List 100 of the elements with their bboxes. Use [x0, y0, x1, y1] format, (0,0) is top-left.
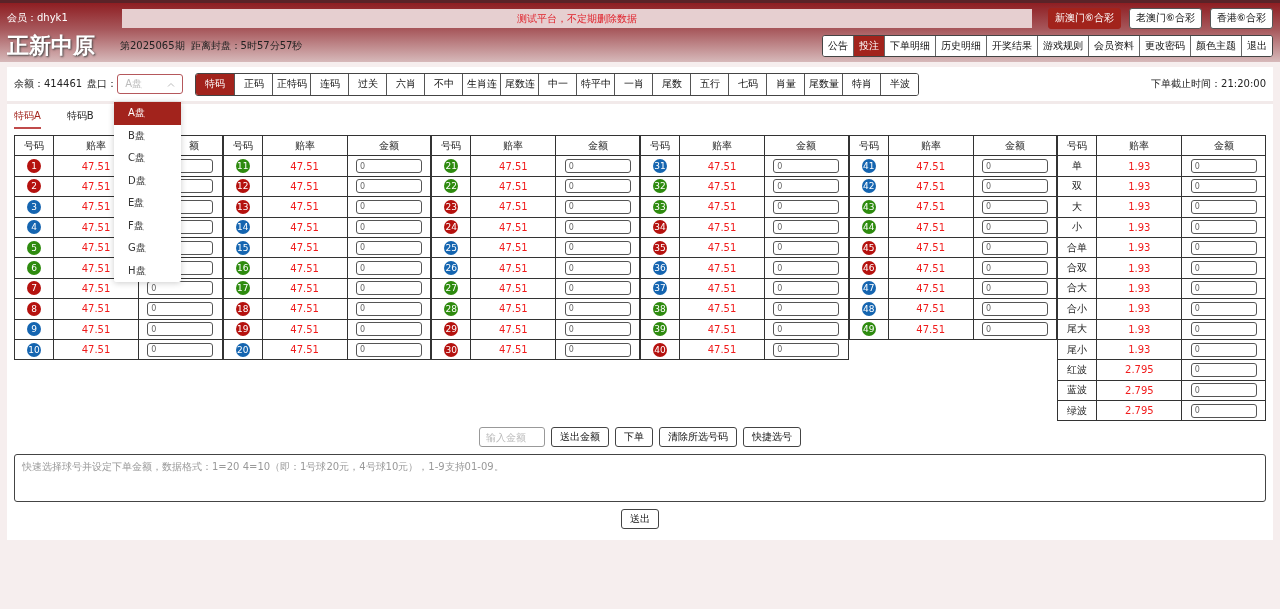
amount-input[interactable]: 0 [564, 179, 631, 194]
amount-input[interactable]: 0 [982, 301, 1048, 316]
amount-input[interactable]: 0 [773, 342, 840, 357]
number-ball[interactable]: 7 [27, 281, 41, 296]
amount-input[interactable]: 0 [356, 159, 422, 174]
nav-tab[interactable]: 退出 [1241, 36, 1272, 56]
amount-input[interactable]: 0 [773, 159, 840, 174]
plate-option[interactable]: E盘 [114, 192, 181, 215]
action-button[interactable]: 快捷选号 [743, 427, 801, 448]
number-ball[interactable]: 11 [235, 159, 250, 174]
amount-input[interactable]: 0 [982, 322, 1048, 337]
number-ball[interactable]: 34 [653, 220, 667, 235]
number-ball[interactable]: 3 [27, 199, 41, 214]
number-ball[interactable]: 40 [653, 342, 667, 357]
amount-input[interactable]: 0 [564, 342, 631, 357]
number-ball[interactable]: 1 [27, 159, 41, 174]
amount-input[interactable]: 0 [1190, 301, 1257, 316]
amount-input[interactable]: 0 [564, 159, 631, 174]
amount-input[interactable]: 0 [564, 322, 631, 337]
lottery-button[interactable]: 香港⑥合彩 [1210, 7, 1273, 29]
quick-input-field[interactable]: 快速选择球号并设定下单金额，数据格式：1=20 4=10（即：1号球20元，4号球10元），1-9支持01-09。 [14, 454, 1266, 503]
number-ball[interactable]: 4 [27, 220, 41, 235]
amount-input[interactable]: 0 [1190, 159, 1257, 174]
sub-tab[interactable]: 特码A [14, 104, 41, 129]
amount-input[interactable]: 0 [356, 342, 422, 357]
amount-input[interactable]: 0 [982, 220, 1048, 235]
lottery-button[interactable]: 老澳门⑥合彩 [1129, 7, 1203, 29]
amount-input[interactable]: 0 [773, 261, 840, 276]
amount-input[interactable]: 0 [773, 281, 840, 296]
number-ball[interactable]: 27 [444, 281, 459, 296]
amount-input[interactable]: 0 [147, 322, 214, 337]
number-ball[interactable]: 10 [27, 342, 41, 357]
amount-input[interactable]: 0 [564, 220, 631, 235]
amount-input[interactable]: 0 [1190, 363, 1257, 377]
amount-input[interactable]: 0 [1190, 240, 1257, 255]
plate-option[interactable]: H盘 [114, 259, 181, 282]
number-ball[interactable]: 18 [235, 301, 250, 316]
number-ball[interactable]: 30 [444, 342, 459, 357]
amount-input[interactable]: 0 [564, 281, 631, 296]
number-ball[interactable]: 41 [861, 159, 876, 174]
number-ball[interactable]: 29 [444, 322, 459, 337]
amount-input[interactable]: 0 [356, 220, 422, 235]
number-ball[interactable]: 46 [861, 261, 876, 276]
amount-input[interactable]: 0 [1190, 261, 1257, 276]
amount-input[interactable]: 0 [1190, 281, 1257, 296]
number-ball[interactable]: 33 [653, 199, 667, 214]
amount-input[interactable]: 0 [982, 159, 1048, 174]
amount-input[interactable]: 0 [564, 199, 631, 214]
number-ball[interactable]: 14 [235, 220, 250, 235]
amount-input[interactable]: 0 [1190, 220, 1257, 235]
number-ball[interactable]: 2 [27, 179, 41, 194]
amount-input[interactable]: 0 [1190, 199, 1257, 214]
game-tab[interactable]: 半波 [880, 73, 919, 95]
amount-input[interactable]: 0 [564, 240, 631, 255]
amount-input[interactable]: 0 [147, 342, 214, 357]
amount-input[interactable]: 0 [1190, 342, 1257, 357]
number-ball[interactable]: 42 [861, 179, 876, 194]
number-ball[interactable]: 6 [27, 261, 41, 276]
number-ball[interactable]: 45 [861, 240, 876, 255]
amount-input[interactable]: 0 [982, 240, 1048, 255]
number-ball[interactable]: 25 [444, 240, 459, 255]
plate-option[interactable]: F盘 [114, 214, 181, 237]
plate-option[interactable]: A盘 [114, 102, 181, 125]
amount-input[interactable]: 0 [773, 179, 840, 194]
number-ball[interactable]: 38 [653, 301, 667, 316]
number-ball[interactable]: 21 [444, 159, 459, 174]
sub-tab[interactable]: 特码B [66, 104, 94, 129]
nav-tab[interactable]: 投注 [853, 36, 884, 56]
number-ball[interactable]: 12 [235, 179, 250, 194]
number-ball[interactable]: 16 [235, 261, 250, 276]
amount-input[interactable]: 0 [982, 281, 1048, 296]
amount-input[interactable]: 0 [564, 301, 631, 316]
amount-input[interactable]: 0 [773, 220, 840, 235]
amount-input[interactable]: 0 [356, 281, 422, 296]
amount-input[interactable]: 0 [147, 281, 214, 296]
number-ball[interactable]: 44 [861, 220, 876, 235]
number-ball[interactable]: 39 [653, 322, 667, 337]
plate-option[interactable]: G盘 [114, 237, 181, 260]
number-ball[interactable]: 43 [861, 199, 876, 214]
number-ball[interactable]: 5 [27, 240, 41, 255]
number-ball[interactable]: 28 [444, 301, 459, 316]
number-ball[interactable]: 20 [235, 342, 250, 357]
action-button[interactable]: 清除所选号码 [659, 427, 737, 448]
amount-input[interactable]: 0 [356, 240, 422, 255]
number-ball[interactable]: 8 [27, 301, 41, 316]
amount-input[interactable]: 0 [356, 199, 422, 214]
number-ball[interactable]: 32 [653, 179, 667, 194]
amount-input[interactable]: 0 [773, 199, 840, 214]
number-ball[interactable]: 48 [861, 301, 876, 316]
amount-input[interactable]: 0 [1190, 403, 1257, 418]
plate-option[interactable]: B盘 [114, 124, 181, 147]
amount-input[interactable]: 0 [356, 322, 422, 337]
number-ball[interactable]: 36 [653, 261, 667, 276]
number-ball[interactable]: 15 [235, 240, 250, 255]
number-ball[interactable]: 17 [235, 281, 250, 296]
amount-input[interactable]: 0 [1190, 383, 1257, 398]
amount-input[interactable]: 0 [982, 261, 1048, 276]
amount-input[interactable]: 0 [147, 301, 214, 316]
number-ball[interactable]: 31 [653, 159, 667, 174]
number-ball[interactable]: 13 [235, 199, 250, 214]
